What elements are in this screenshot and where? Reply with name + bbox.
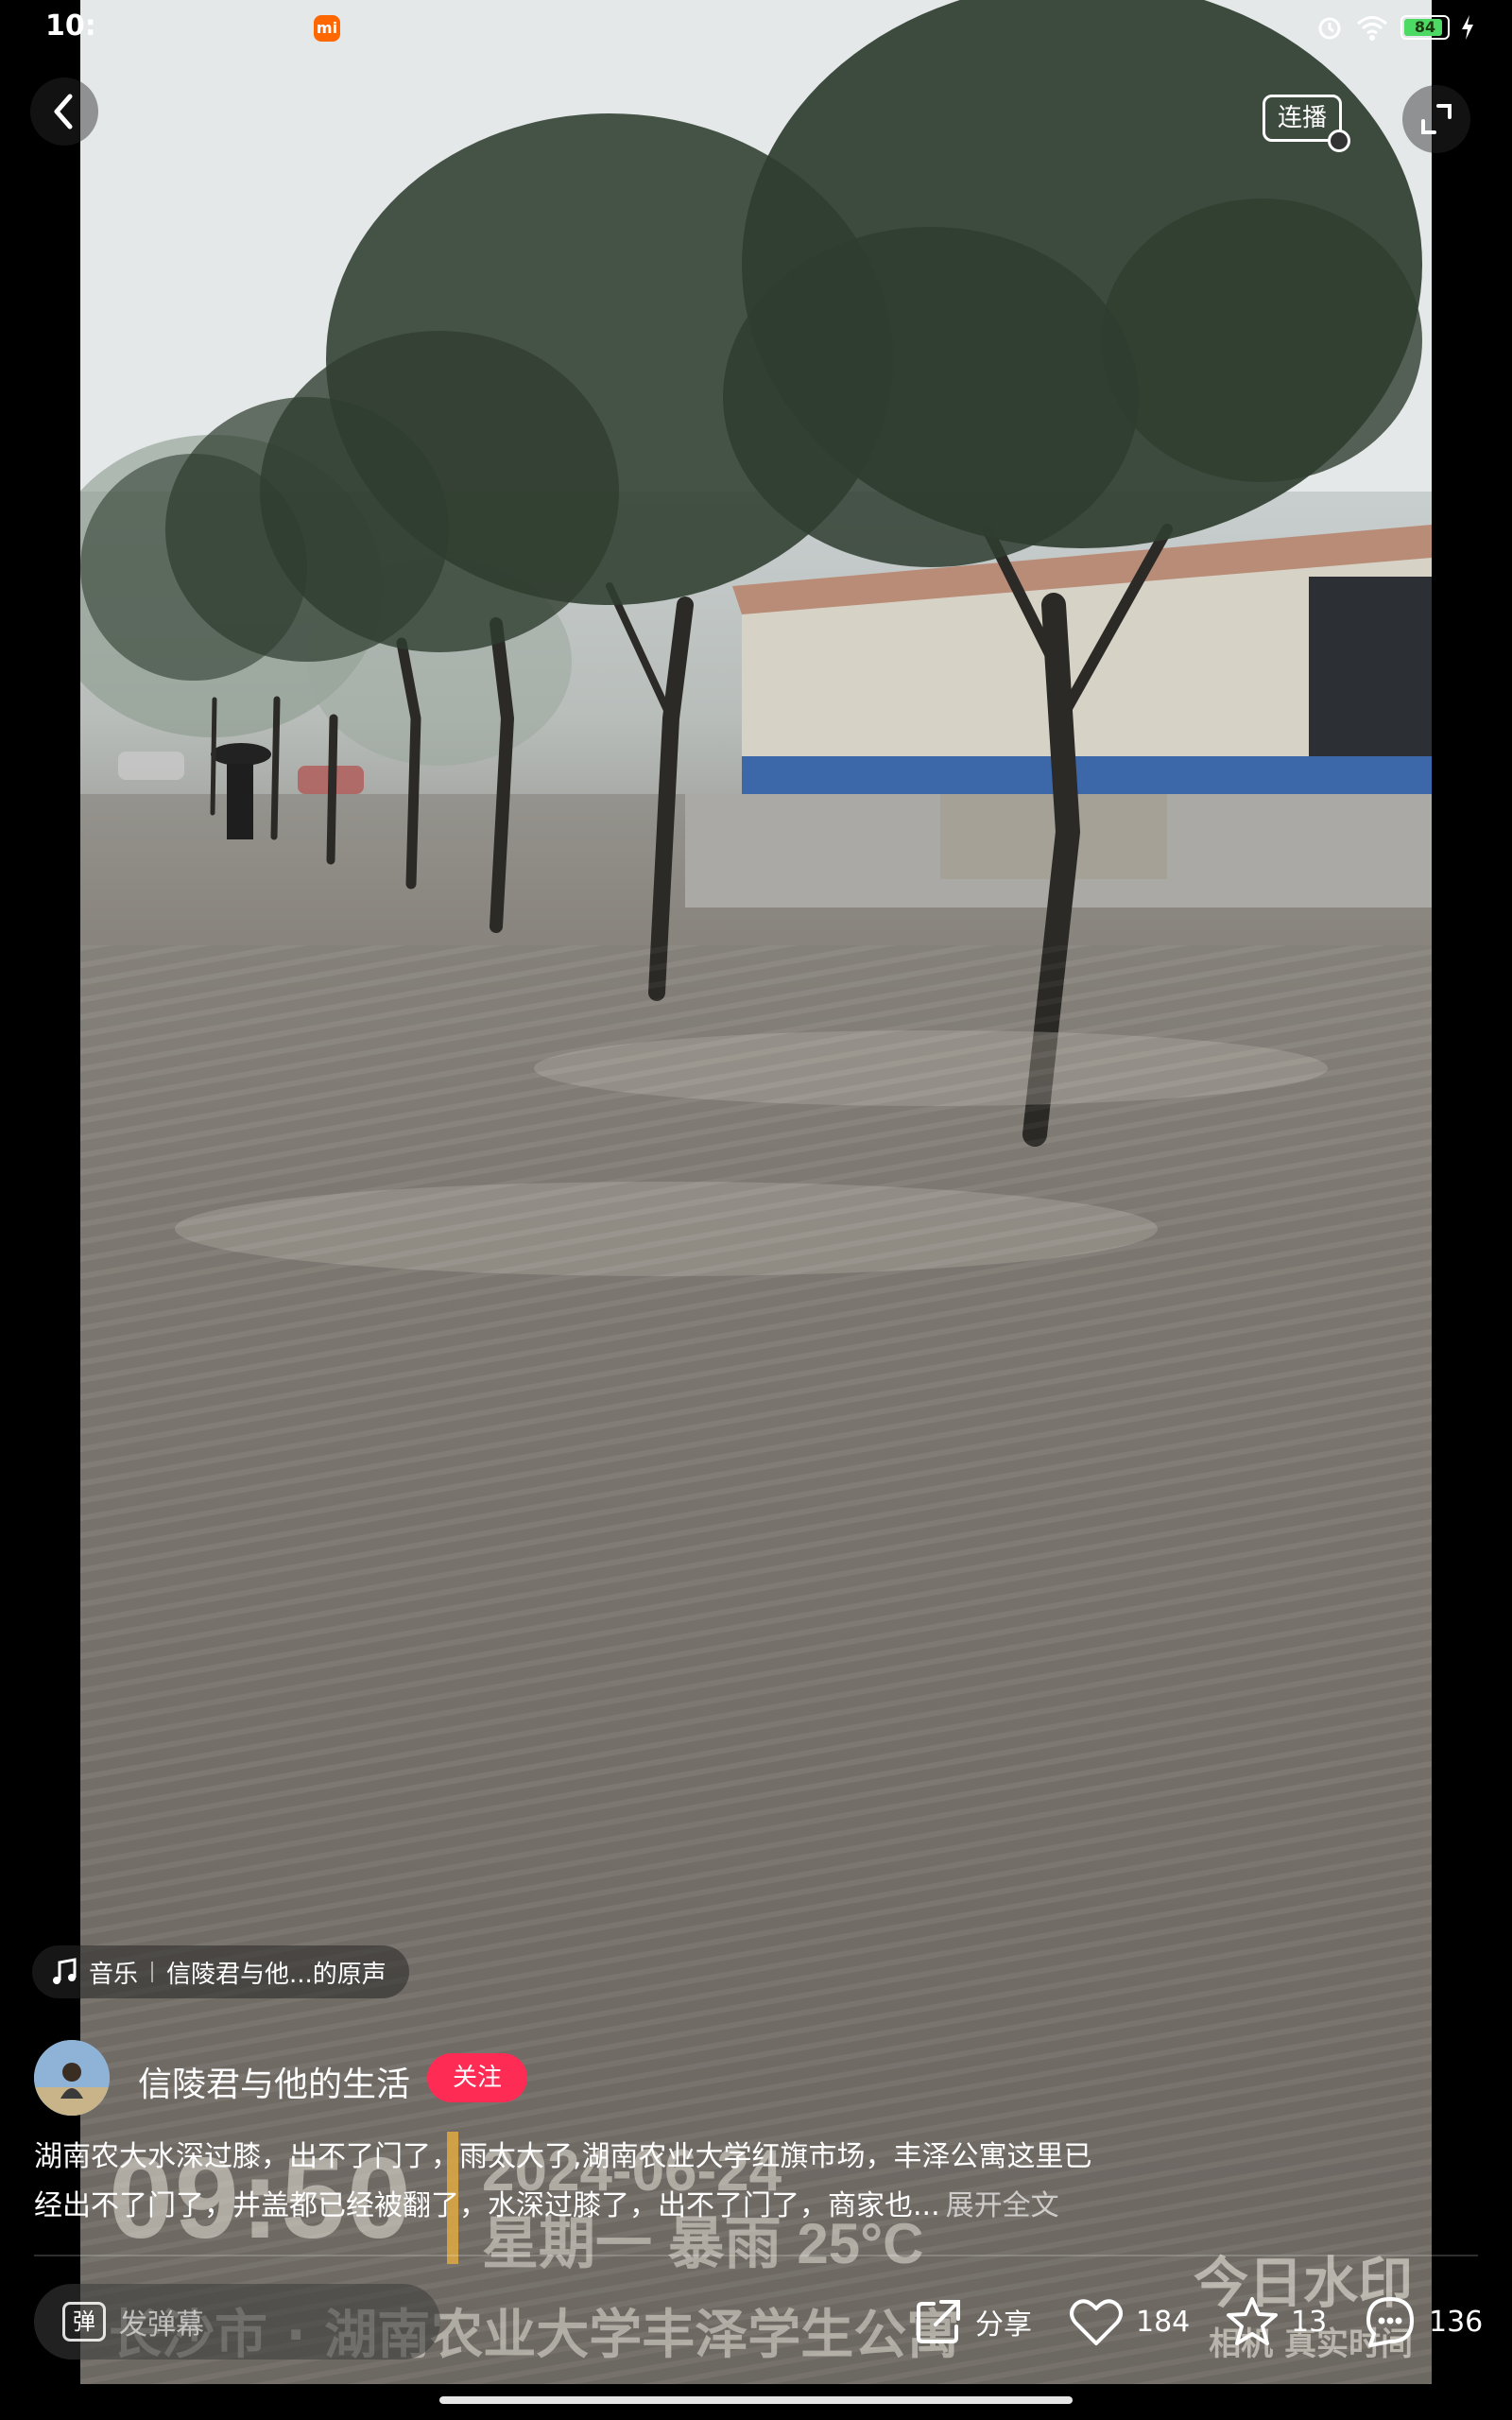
fullscreen-button[interactable] xyxy=(1402,85,1470,153)
status-bar: 10: mi 84 xyxy=(0,0,1512,57)
favorite-button[interactable]: 13 xyxy=(1225,2291,1327,2352)
follow-button[interactable]: 关注 xyxy=(427,2053,527,2102)
bottom-divider xyxy=(34,2255,1478,2256)
battery-icon: 84 xyxy=(1400,15,1450,40)
back-button[interactable] xyxy=(30,78,98,146)
music-separator xyxy=(151,1962,154,1982)
author-avatar[interactable] xyxy=(34,2040,110,2116)
comment-icon xyxy=(1366,2297,1414,2347)
like-button[interactable]: 184 xyxy=(1068,2291,1190,2352)
autoplay-toggle-button[interactable]: 连播 xyxy=(1263,95,1350,152)
alarm-icon xyxy=(1318,17,1341,40)
share-icon xyxy=(917,2300,960,2343)
caption-line-1: 湖南农大水深过膝，出不了门了，雨太大了,湖南农业大学红旗市场，丰泽公寓这里已 xyxy=(34,2140,1092,2173)
share-button[interactable]: 分享 xyxy=(913,2291,1032,2352)
author-name[interactable]: 信陵君与他的生活 xyxy=(138,2057,410,2106)
heart-icon xyxy=(1070,2299,1123,2345)
chevron-left-icon xyxy=(54,94,73,130)
video-caption: 湖南农大水深过膝，出不了门了，雨太大了,湖南农业大学红旗市场，丰泽公寓这里已 经… xyxy=(34,2133,1196,2231)
danmaku-input[interactable]: 弹 发弹幕 xyxy=(34,2284,440,2360)
danmaku-icon-text: 弹 xyxy=(73,2308,95,2335)
share-label: 分享 xyxy=(975,2308,1032,2342)
comment-count: 136 xyxy=(1429,2305,1484,2339)
comment-button[interactable]: 136 xyxy=(1363,2291,1483,2352)
home-indicator[interactable] xyxy=(439,2396,1073,2404)
star-icon xyxy=(1227,2297,1278,2345)
music-title: 信陵君与他...的原声 xyxy=(166,1960,387,1989)
status-icons: 84 xyxy=(1315,13,1474,42)
mi-notification-icon: mi xyxy=(314,15,340,42)
danmaku-toggle-icon[interactable]: 弹 xyxy=(62,2302,106,2342)
video-player[interactable]: 09:50 2024-06-24 星期一 暴雨 25°C 长沙市 · 湖南农业大… xyxy=(80,0,1432,2384)
avatar-image xyxy=(34,2040,110,2116)
music-tag[interactable]: 音乐 信陵君与他...的原声 xyxy=(32,1945,409,1998)
music-prefix: 音乐 xyxy=(89,1960,139,1989)
charging-icon xyxy=(1462,15,1473,40)
autoplay-label: 连播 xyxy=(1277,104,1327,132)
battery-percent: 84 xyxy=(1414,18,1436,36)
like-count: 184 xyxy=(1136,2305,1191,2339)
music-note-icon xyxy=(53,1958,77,1984)
danmaku-placeholder: 发弹幕 xyxy=(119,2308,204,2342)
caption-line-2: 经出不了门了，井盖都已经被翻了，水深过膝了，出不了门了，商家也... xyxy=(34,2189,940,2222)
expand-caption-link[interactable]: 展开全文 xyxy=(946,2189,1059,2222)
fullscreen-icon xyxy=(1421,104,1452,134)
status-time: 10: xyxy=(45,9,96,43)
favorite-count: 13 xyxy=(1291,2305,1328,2339)
autoplay-off-icon xyxy=(1328,130,1350,152)
wifi-icon xyxy=(1357,16,1387,41)
